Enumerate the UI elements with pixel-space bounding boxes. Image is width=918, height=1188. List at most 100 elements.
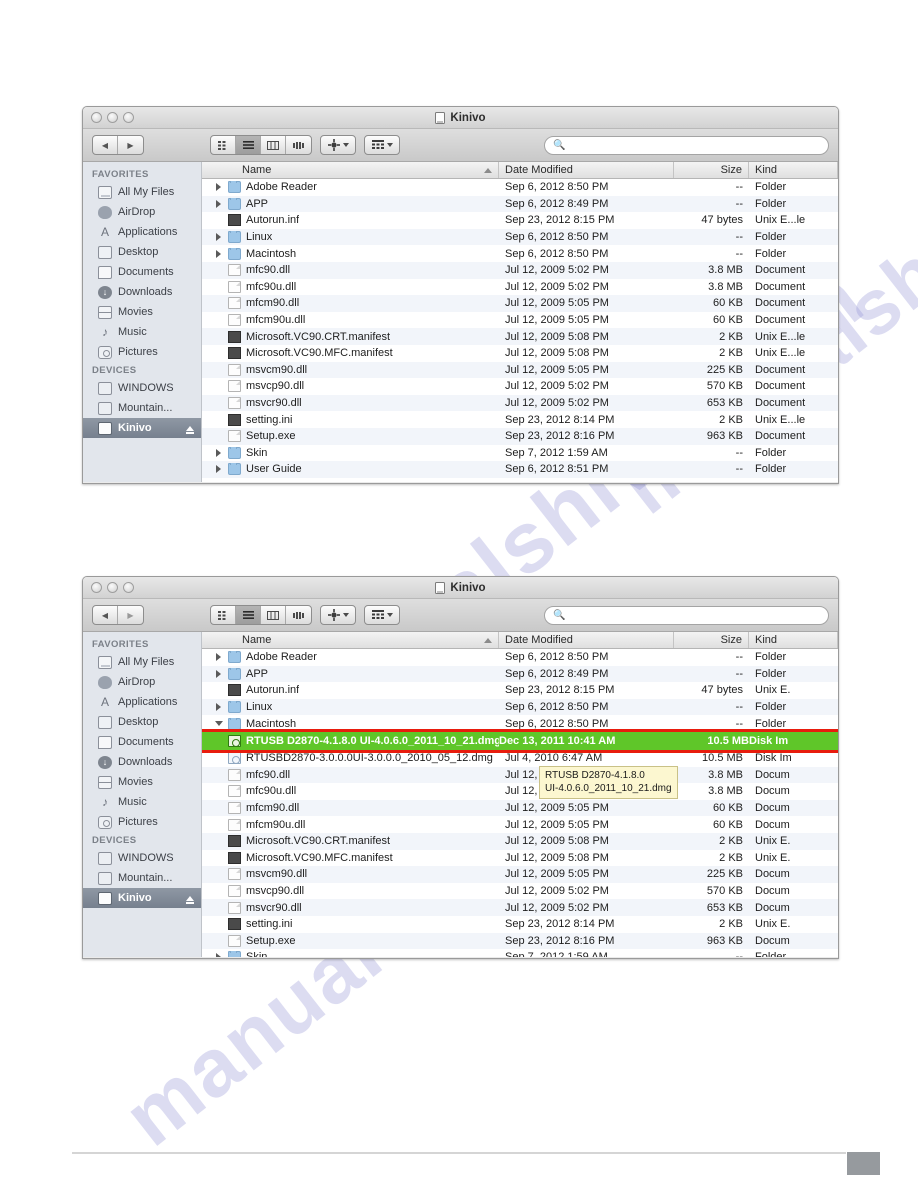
navigation-buttons[interactable]: ◀ ▶ bbox=[92, 135, 144, 155]
search-field[interactable]: 🔍 bbox=[544, 605, 829, 625]
table-row[interactable]: mfc90u.dllJul 12, 2009 5:02 PM3.8 MBDocu… bbox=[202, 783, 838, 800]
disclosure-triangle-closed-icon[interactable] bbox=[214, 250, 223, 258]
table-row[interactable]: msvcr90.dll Jul 12, 2009 5:02 PM 653 KB Doc… bbox=[202, 899, 838, 916]
sidebar-item-airdrop[interactable]: AirDrop bbox=[83, 672, 201, 692]
action-menu-button[interactable] bbox=[320, 605, 356, 625]
back-button[interactable]: ◀ bbox=[93, 136, 118, 154]
arrange-menu-button[interactable] bbox=[364, 605, 400, 625]
disclosure-triangle-closed-icon[interactable] bbox=[214, 233, 223, 241]
table-row[interactable]: setting.ini Sep 23, 2012 8:14 PM 2 KB Unix … bbox=[202, 411, 838, 428]
sidebar-item-documents[interactable]: Documents bbox=[83, 262, 201, 282]
disclosure-triangle-closed-icon[interactable] bbox=[214, 670, 223, 678]
table-row[interactable]: msvcm90.dll Jul 12, 2009 5:05 PM 225 KB Doc… bbox=[202, 866, 838, 883]
sidebar-item-airdrop[interactable]: AirDrop bbox=[83, 202, 201, 222]
table-row[interactable]: mfc90.dll Jul 12, 2009 5:02 PM 3.8 MB Docum… bbox=[202, 261, 838, 279]
forward-button[interactable]: ▶ bbox=[118, 136, 143, 154]
navigation-buttons[interactable]: ◀ ▶ bbox=[92, 605, 144, 625]
table-row[interactable]: SkinSep 7, 2012 1:59 AM--Folder bbox=[202, 445, 838, 462]
sidebar-item-kinivo[interactable]: Kinivo bbox=[83, 888, 201, 908]
sidebar-item-pictures[interactable]: Pictures bbox=[83, 342, 201, 362]
table-row[interactable]: Linux Sep 6, 2012 8:50 PM -- Folder bbox=[202, 698, 838, 716]
table-row[interactable]: SkinSep 7, 2012 1:59 AM--Folder bbox=[202, 949, 838, 957]
disclosure-triangle-closed-icon[interactable] bbox=[214, 183, 223, 191]
table-row[interactable]: Linux Sep 6, 2012 8:50 PM -- Folder bbox=[202, 228, 838, 246]
table-row[interactable]: mfcm90u.dll Jul 12, 2009 5:05 PM 60 KB Docu… bbox=[202, 816, 838, 833]
list-view-button[interactable] bbox=[236, 136, 261, 154]
table-row[interactable]: Macintosh Sep 6, 2012 8:50 PM -- Folder bbox=[202, 245, 838, 262]
sidebar-item-all-my-files[interactable]: All My Files bbox=[83, 182, 201, 202]
column-view-button[interactable] bbox=[261, 136, 286, 154]
search-input[interactable] bbox=[570, 139, 820, 151]
sidebar-item-documents[interactable]: Documents bbox=[83, 732, 201, 752]
disclosure-triangle-closed-icon[interactable] bbox=[214, 465, 223, 473]
view-mode-buttons[interactable] bbox=[210, 605, 312, 625]
sidebar-item-pictures[interactable]: Pictures bbox=[83, 812, 201, 832]
disclosure-triangle-closed-icon[interactable] bbox=[214, 653, 223, 661]
sidebar-item-movies[interactable]: Movies bbox=[83, 772, 201, 792]
sidebar-item-mountain[interactable]: Mountain... bbox=[83, 868, 201, 888]
table-row[interactable]: mfcm90.dll Jul 12, 2009 5:05 PM 60 KB Docum… bbox=[202, 295, 838, 312]
icon-view-button[interactable] bbox=[211, 136, 236, 154]
table-row[interactable]: msvcp90.dll Jul 12, 2009 5:02 PM 570 KB Doc… bbox=[202, 378, 838, 395]
table-row[interactable]: Microsoft.VC90.CRT.manifest Jul 12, 2009 … bbox=[202, 328, 838, 345]
disclosure-triangle-closed-icon[interactable] bbox=[214, 703, 223, 711]
table-row[interactable]: Autorun.inf Sep 23, 2012 8:15 PM 47 bytes U… bbox=[202, 682, 838, 699]
table-row[interactable]: Microsoft.VC90.MFC.manifest Jul 12, 2009 … bbox=[202, 850, 838, 867]
table-row[interactable]: Adobe Reader Sep 6, 2012 8:50 PM -- Folder bbox=[202, 179, 838, 196]
list-view-button[interactable] bbox=[236, 606, 261, 624]
view-mode-buttons[interactable] bbox=[210, 135, 312, 155]
column-header-name[interactable]: Name bbox=[202, 162, 499, 178]
forward-button[interactable]: ▶ bbox=[118, 606, 143, 624]
eject-icon[interactable] bbox=[186, 425, 194, 434]
back-button[interactable]: ◀ bbox=[93, 606, 118, 624]
sidebar-item-desktop[interactable]: Desktop bbox=[83, 242, 201, 262]
column-header-size[interactable]: Size bbox=[674, 162, 749, 178]
table-row[interactable]: Adobe Reader Sep 6, 2012 8:50 PM -- Folder bbox=[202, 649, 838, 666]
table-row-selected[interactable]: RTUSB D2870-4.1.8.0 UI-4.0.6.0_2011_10_2… bbox=[202, 732, 838, 750]
table-row[interactable]: msvcp90.dll Jul 12, 2009 5:02 PM 570 KB Doc… bbox=[202, 883, 838, 900]
table-row[interactable]: setting.ini Sep 23, 2012 8:14 PM 2 KB Unix … bbox=[202, 916, 838, 933]
sidebar-item-music[interactable]: ♪ Music bbox=[83, 322, 201, 342]
sidebar-item-applications[interactable]: A Applications bbox=[83, 692, 201, 712]
search-field[interactable]: 🔍 bbox=[544, 135, 829, 155]
table-row[interactable]: User Guide Sep 6, 2012 8:51 PM -- Folder bbox=[202, 461, 838, 478]
sidebar-item-applications[interactable]: A Applications bbox=[83, 222, 201, 242]
sidebar-item-mountain[interactable]: Mountain... bbox=[83, 398, 201, 418]
table-row[interactable]: APP Sep 6, 2012 8:49 PM -- Folder bbox=[202, 195, 838, 213]
table-row[interactable]: mfc90u.dllJul 12, 2009 5:02 PM3.8 MBDocu… bbox=[202, 279, 838, 296]
column-header-kind[interactable]: Kind bbox=[749, 162, 838, 178]
arrange-menu-button[interactable] bbox=[364, 135, 400, 155]
table-row[interactable]: mfcm90u.dll Jul 12, 2009 5:05 PM 60 KB Docu… bbox=[202, 312, 838, 329]
sidebar-item-windows[interactable]: WINDOWS bbox=[83, 378, 201, 398]
coverflow-view-button[interactable] bbox=[286, 136, 311, 154]
table-row[interactable]: Setup.exe Sep 23, 2012 8:16 PM 963 KB Docum… bbox=[202, 427, 838, 445]
eject-icon[interactable] bbox=[186, 895, 194, 904]
icon-view-button[interactable] bbox=[211, 606, 236, 624]
sidebar-item-windows[interactable]: WINDOWS bbox=[83, 848, 201, 868]
sidebar-item-desktop[interactable]: Desktop bbox=[83, 712, 201, 732]
column-header-date[interactable]: Date Modified bbox=[499, 162, 674, 178]
selected-file-highlight[interactable]: RTUSB D2870-4.1.8.0 UI-4.0.6.0_2011_10_2… bbox=[202, 729, 838, 753]
sidebar-item-music[interactable]: ♪ Music bbox=[83, 792, 201, 812]
table-row[interactable]: mfc90.dllJul 12, 2009 5:02 PM3.8 MBDocum bbox=[202, 766, 838, 784]
disclosure-triangle-closed-icon[interactable] bbox=[214, 953, 223, 957]
action-menu-button[interactable] bbox=[320, 135, 356, 155]
sidebar-item-kinivo[interactable]: Kinivo bbox=[83, 418, 201, 438]
disclosure-triangle-open-icon[interactable] bbox=[214, 721, 223, 726]
disclosure-triangle-closed-icon[interactable] bbox=[214, 200, 223, 208]
column-header-size[interactable]: Size bbox=[674, 632, 749, 648]
sidebar-item-downloads[interactable]: ↓ Downloads bbox=[83, 752, 201, 772]
sidebar-item-all-my-files[interactable]: All My Files bbox=[83, 652, 201, 672]
column-header-name[interactable]: Name bbox=[202, 632, 499, 648]
search-input[interactable] bbox=[570, 609, 820, 621]
table-row[interactable]: Autorun.inf Sep 23, 2012 8:15 PM 47 bytes U… bbox=[202, 212, 838, 229]
table-row[interactable]: Microsoft.VC90.CRT.manifest Jul 12, 2009 … bbox=[202, 832, 838, 850]
table-row[interactable]: msvcm90.dll Jul 12, 2009 5:05 PM 225 KB Doc… bbox=[202, 361, 838, 379]
sidebar-item-downloads[interactable]: ↓ Downloads bbox=[83, 282, 201, 302]
table-row[interactable]: mfcm90.dll Jul 12, 2009 5:05 PM 60 KB Docum bbox=[202, 799, 838, 817]
table-row[interactable]: Setup.exe Sep 23, 2012 8:16 PM 963 KB Docum bbox=[202, 932, 838, 950]
sidebar-item-movies[interactable]: Movies bbox=[83, 302, 201, 322]
disclosure-triangle-closed-icon[interactable] bbox=[214, 449, 223, 457]
column-header-kind[interactable]: Kind bbox=[749, 632, 838, 648]
column-header-date[interactable]: Date Modified bbox=[499, 632, 674, 648]
